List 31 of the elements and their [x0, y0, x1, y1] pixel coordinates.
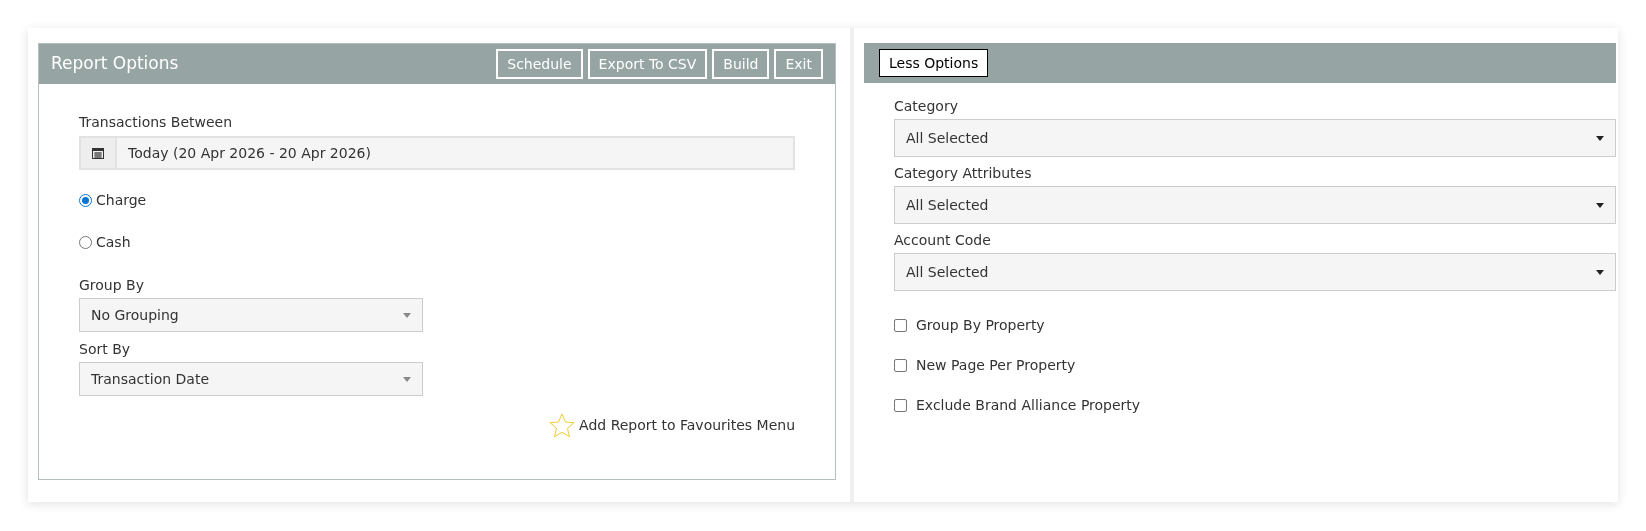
field-label: Group By — [79, 276, 145, 295]
dropdown[interactable]: All Selected — [894, 186, 1616, 224]
caret-icon — [1596, 202, 1604, 208]
field-label: Sort By — [79, 340, 132, 359]
less-options-button[interactable]: Less Options — [879, 49, 989, 77]
caret-icon — [1596, 269, 1604, 275]
field-label: Category Attributes — [894, 164, 1033, 183]
dropdown[interactable]: Transaction Date — [79, 362, 423, 396]
dropdown[interactable]: No Grouping — [79, 298, 423, 332]
dropdown[interactable]: All Selected — [894, 253, 1616, 291]
dropdown[interactable]: All Selected — [894, 119, 1616, 157]
calendar-icon — [92, 147, 104, 159]
favourites-link[interactable]: Add Report to Favourites Menu — [579, 415, 795, 436]
caret-icon — [403, 312, 411, 318]
checkbox[interactable] — [894, 319, 907, 332]
star-icon[interactable] — [549, 413, 576, 438]
field-label: Category — [894, 97, 959, 116]
checkbox[interactable] — [894, 359, 907, 372]
checkbox-label: New Page Per Property — [916, 356, 1076, 375]
caret-icon — [1596, 135, 1604, 141]
checkbox-label: Group By Property — [916, 316, 1045, 335]
field-label: Account Code — [894, 231, 992, 250]
checkbox-label: Exclude Brand Alliance Property — [916, 396, 1141, 415]
panel-title: Report Options — [51, 52, 179, 76]
radio-label: Cash — [96, 233, 131, 252]
field-label: Transactions Between — [79, 113, 234, 132]
radio-label: Charge — [96, 191, 147, 210]
checkbox[interactable] — [894, 399, 907, 412]
date-range-value: Today (20 Apr 2026 - 20 Apr 2026) — [127, 143, 371, 163]
date-range-field[interactable]: Today (20 Apr 2026 - 20 Apr 2026) — [79, 136, 795, 170]
caret-icon — [403, 376, 411, 382]
